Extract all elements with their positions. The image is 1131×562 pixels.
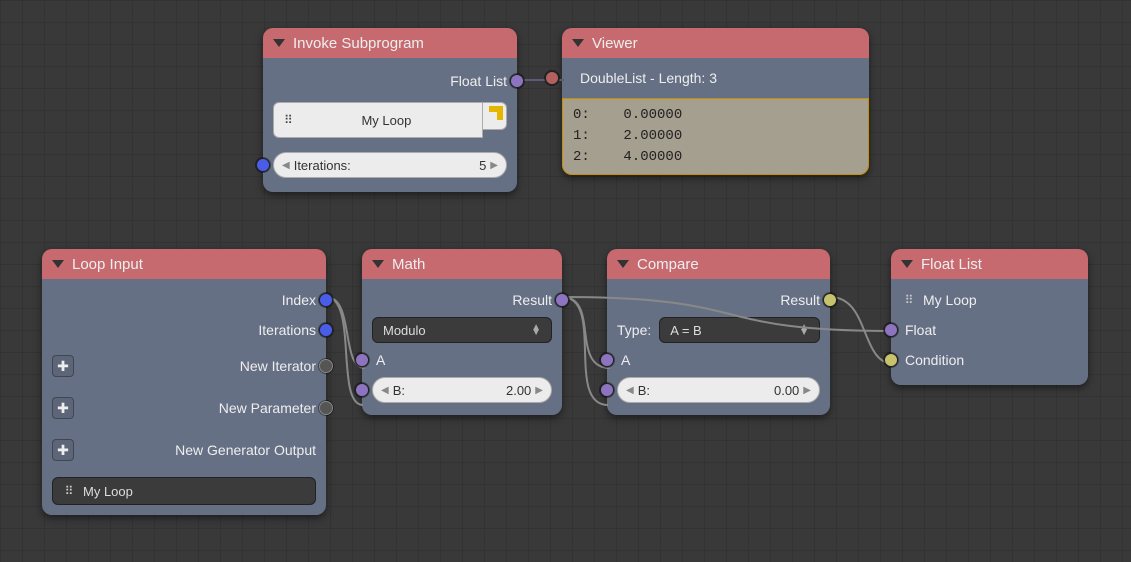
input-label: Condition [901,352,964,368]
output-label: New Generator Output [175,442,316,458]
node-title: Viewer [592,35,638,52]
chevron-left-icon[interactable]: ◀ [381,385,389,396]
output-label: New Parameter [219,400,316,416]
plus-icon[interactable]: ✚ [52,355,74,377]
socket-a-in[interactable] [355,353,369,367]
output-label: Iterations [258,322,316,338]
collapse-icon[interactable] [52,260,64,268]
subprogram-name: My Loop [301,113,472,128]
loop-name-value: My Loop [83,484,133,499]
node-compare[interactable]: Compare Result Type: A = B ▲▼ A ◀ B: 0.0… [607,249,830,415]
node-header[interactable]: Viewer [562,28,869,58]
node-math[interactable]: Math Result Modulo ▲▼ A ◀ B: 2.00 ▶ [362,249,562,415]
grid-icon: ⠿ [901,292,917,308]
node-title: Math [392,256,425,273]
new-page-icon[interactable] [483,102,507,130]
compare-type-dropdown[interactable]: A = B ▲▼ [659,317,820,343]
subprogram-selector[interactable]: ⠿ My Loop [273,102,483,138]
socket-result-out[interactable] [823,293,837,307]
subprogram-selector-row: ⠿ My Loop [273,102,507,138]
collapse-icon[interactable] [273,39,285,47]
b-value-spinner[interactable]: ◀ B: 0.00 ▶ [617,377,820,403]
socket-float-list-out[interactable] [510,74,524,88]
collapse-icon[interactable] [372,260,384,268]
node-float-list[interactable]: Float List ⠿ My Loop Float Condition [891,249,1088,385]
output-label: Index [282,292,316,308]
plus-icon[interactable]: ✚ [52,439,74,461]
socket-float-in[interactable] [884,323,898,337]
output-label: Result [512,292,552,308]
input-label: A [372,352,385,368]
plus-icon[interactable]: ✚ [52,397,74,419]
input-label: Float [901,322,936,338]
b-value: 2.00 [405,383,535,398]
b-value: 0.00 [650,383,803,398]
socket-new-parameter-out[interactable] [319,401,333,415]
viewer-type-label: DoubleList - Length: 3 [574,70,717,86]
loop-name-field[interactable]: ⠿ My Loop [52,477,316,505]
socket-condition-in[interactable] [884,353,898,367]
socket-index-out[interactable] [319,293,333,307]
b-label: B: [389,383,405,398]
socket-new-iterator-out[interactable] [319,359,333,373]
grid-icon: ⠿ [61,483,77,499]
type-label: Type: [617,322,651,338]
chevron-left-icon[interactable]: ◀ [626,385,634,396]
iterations-value: 5 [479,158,490,173]
chevron-updown-icon: ▲▼ [531,325,541,335]
socket-iterations-out[interactable] [319,323,333,337]
node-title: Loop Input [72,256,143,273]
collapse-icon[interactable] [617,260,629,268]
node-header[interactable]: Loop Input [42,249,326,279]
b-label: B: [634,383,650,398]
socket-result-out[interactable] [555,293,569,307]
input-label: A [617,352,630,368]
compare-type-value: A = B [670,323,701,338]
socket-iterations-in[interactable] [256,158,270,172]
socket-b-in[interactable] [355,383,369,397]
output-label: New Iterator [240,358,316,374]
node-header[interactable]: Compare [607,249,830,279]
iterations-label: Iterations: [290,158,479,173]
chevron-updown-icon: ▲▼ [799,325,809,335]
b-value-spinner[interactable]: ◀ B: 2.00 ▶ [372,377,552,403]
operation-dropdown[interactable]: Modulo ▲▼ [372,317,552,343]
socket-viewer-in[interactable] [545,71,559,85]
iterations-spinner[interactable]: ◀ Iterations: 5 ▶ [273,152,507,178]
viewer-output: 0: 0.00000 1: 2.00000 2: 4.00000 [562,98,869,175]
grid-icon: ⠿ [284,113,291,127]
collapse-icon[interactable] [901,260,913,268]
chevron-left-icon[interactable]: ◀ [282,160,290,171]
output-label: Result [780,292,820,308]
node-loop-input[interactable]: Loop Input Index Iterations ✚ New Iterat… [42,249,326,515]
chevron-right-icon[interactable]: ▶ [490,160,498,171]
operation-value: Modulo [383,323,426,338]
chevron-right-icon[interactable]: ▶ [535,385,543,396]
node-header[interactable]: Math [362,249,562,279]
node-viewer[interactable]: Viewer DoubleList - Length: 3 0: 0.00000… [562,28,869,175]
loop-ref-label: My Loop [923,292,977,308]
collapse-icon[interactable] [572,39,584,47]
output-label: Float List [450,73,507,89]
node-title: Float List [921,256,982,273]
socket-b-in[interactable] [600,383,614,397]
node-title: Compare [637,256,699,273]
node-header[interactable]: Float List [891,249,1088,279]
socket-a-in[interactable] [600,353,614,367]
node-invoke-subprogram[interactable]: Invoke Subprogram Float List ⠿ My Loop ◀… [263,28,517,192]
chevron-right-icon[interactable]: ▶ [803,385,811,396]
node-title: Invoke Subprogram [293,35,424,52]
node-header[interactable]: Invoke Subprogram [263,28,517,58]
